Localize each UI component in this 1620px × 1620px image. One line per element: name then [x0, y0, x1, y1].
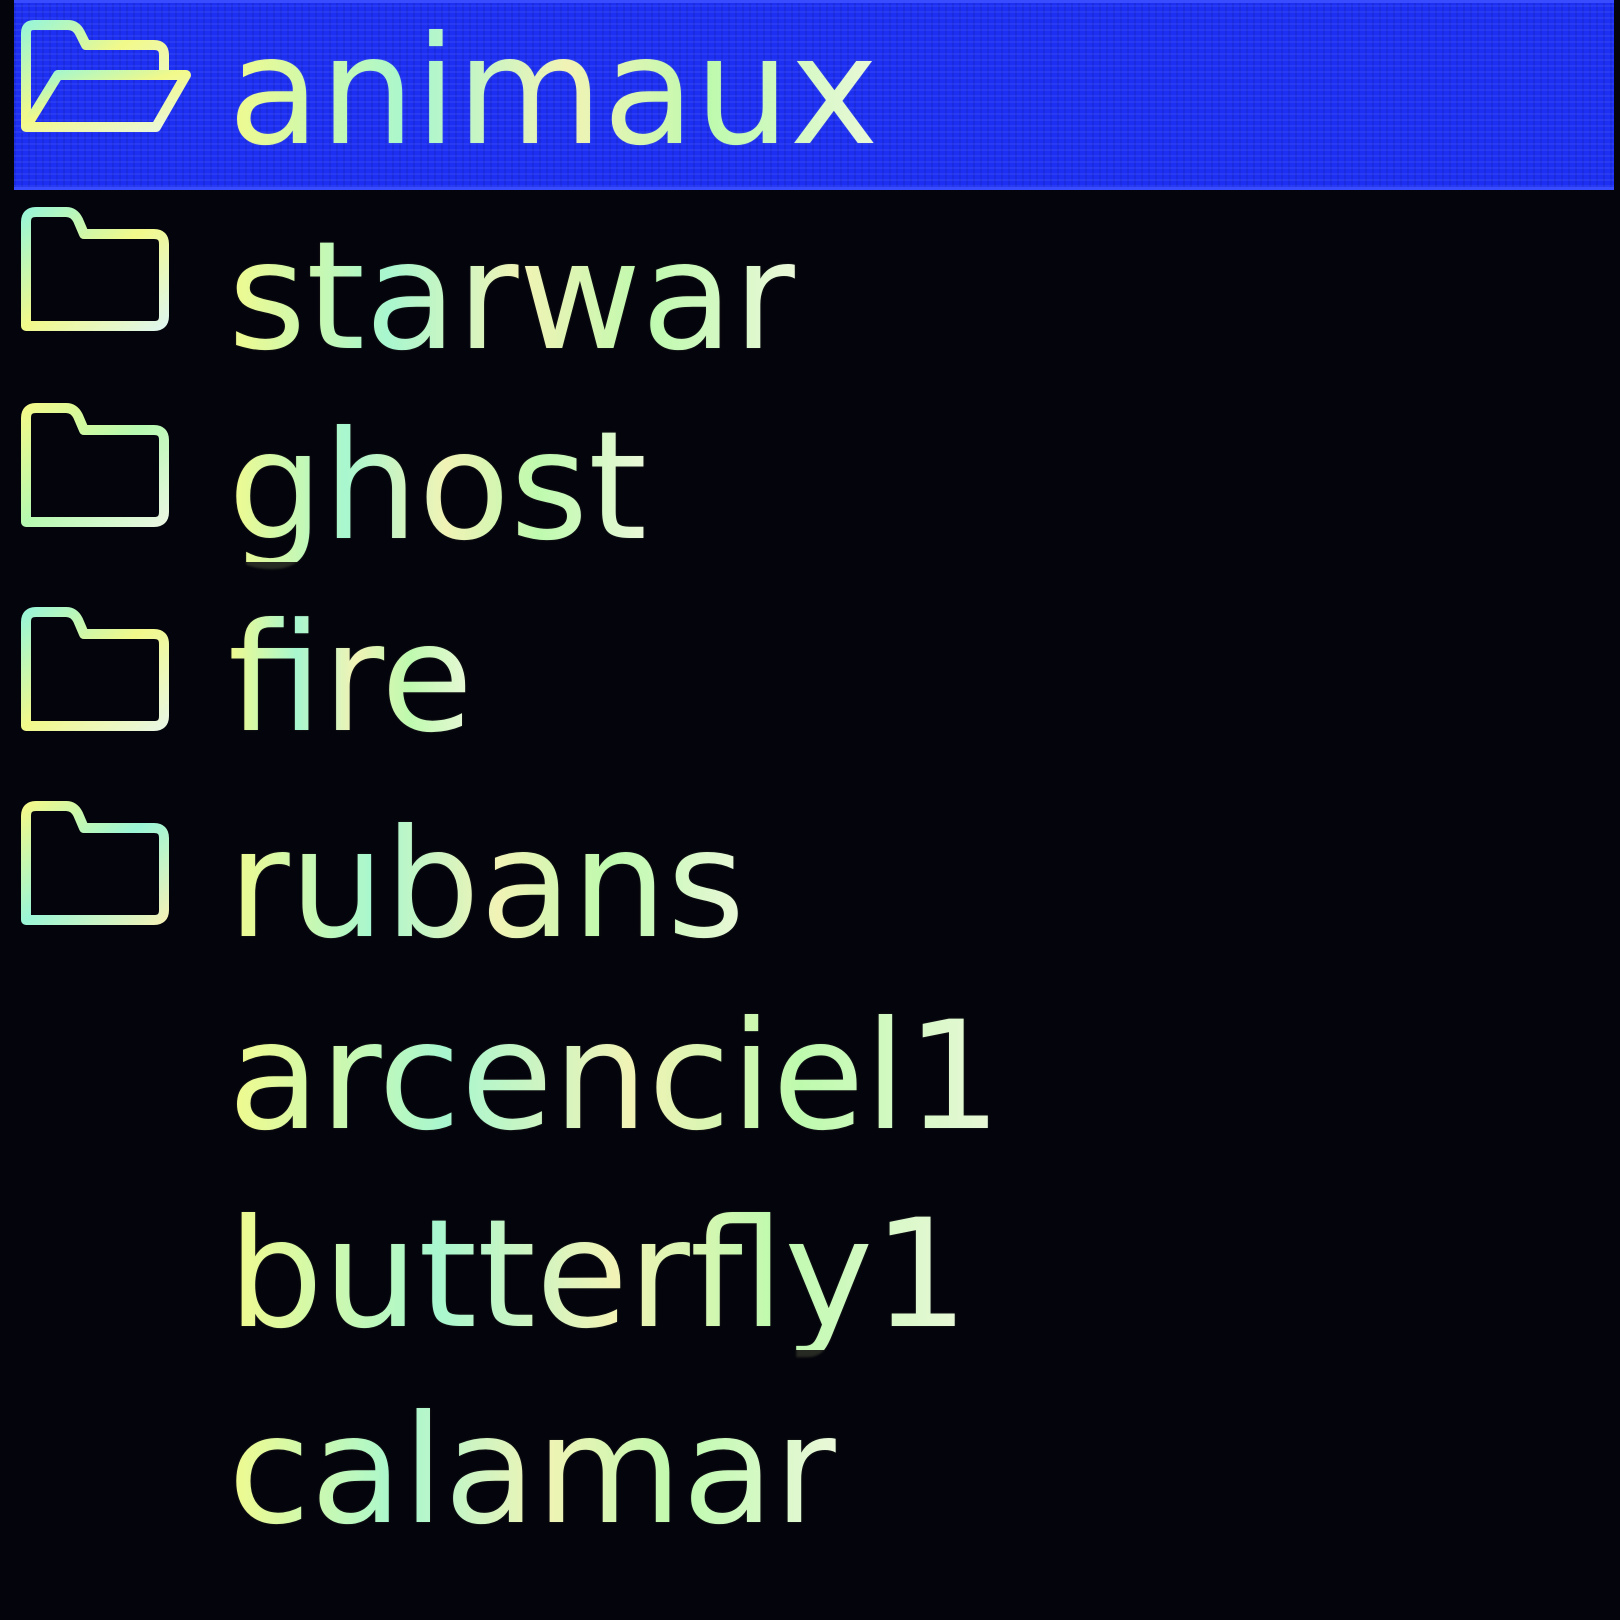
- file-list: animaux starwar ghost fire rubans arcenc…: [0, 0, 1620, 1620]
- folder-icon: [16, 400, 192, 540]
- item-label: calamar: [228, 1384, 836, 1558]
- list-item-fire[interactable]: fire: [14, 588, 1614, 778]
- list-item-arcenciel1[interactable]: arcenciel1: [14, 986, 1614, 1176]
- list-item-rubans[interactable]: rubans: [14, 790, 1614, 980]
- list-item-ghost[interactable]: ghost: [14, 392, 1614, 582]
- folder-icon: [16, 204, 192, 344]
- folder-icon: [16, 798, 192, 938]
- file-browser-screen: animaux starwar ghost fire rubans arcenc…: [0, 0, 1620, 1620]
- folder-open-icon: [18, 19, 194, 159]
- item-label: butterfly1: [228, 1188, 969, 1362]
- item-label: starwar: [228, 210, 795, 384]
- item-label: rubans: [228, 798, 746, 972]
- item-label: animaux: [228, 5, 879, 179]
- item-label: arcenciel1: [228, 990, 1002, 1164]
- list-item-calamar[interactable]: calamar: [14, 1380, 1614, 1570]
- list-item-animaux[interactable]: animaux: [14, 0, 1614, 190]
- item-label: ghost: [228, 400, 648, 574]
- list-item-starwar[interactable]: starwar: [14, 196, 1614, 386]
- folder-icon: [16, 604, 192, 744]
- list-item-butterfly1[interactable]: butterfly1: [14, 1182, 1614, 1372]
- item-label: fire: [228, 592, 474, 766]
